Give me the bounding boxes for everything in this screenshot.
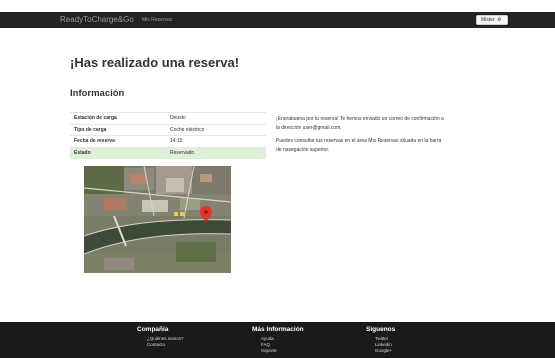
user-button-label: Mister: [481, 17, 495, 23]
user-menu-button[interactable]: Mister ⚙: [476, 15, 508, 25]
row-label: Fecha de reserva: [70, 135, 166, 147]
reservations-hint-text: Puedes consultar tus reservas en el área…: [276, 138, 442, 153]
table-row: Tipo de carga Coche eléctrico: [70, 123, 266, 136]
gear-icon: ⚙: [497, 17, 502, 23]
confirmation-message: ¡Enorabuena por tu reserva! Te hemos env…: [276, 115, 446, 155]
row-value: 14:15: [166, 135, 266, 147]
footer-heading: Síguenos: [366, 326, 396, 333]
row-label: Tipo de carga: [70, 123, 166, 136]
row-label: Estado: [70, 146, 166, 159]
footer-link-support[interactable]: Soporte: [261, 348, 304, 354]
row-value: Deusto: [166, 112, 266, 124]
page-title: ¡Has realizado una reserva!: [70, 55, 240, 70]
footer-link-google-plus[interactable]: Google+: [375, 348, 395, 354]
section-title: Información: [70, 88, 125, 99]
reservation-details-table: Estación de carga Deusto Tipo de carga C…: [70, 112, 266, 159]
footer-column-more-info: Más Información Ayuda FAQ Soporte: [252, 326, 304, 354]
map-image: [84, 166, 231, 273]
nav-link-mis-reservas[interactable]: Mis Reservas: [142, 17, 172, 23]
footer-heading: Más Información: [252, 326, 304, 333]
table-row: Fecha de reserva 14:15: [70, 135, 266, 147]
top-navbar: ReadyToCharge&Go Mis Reservas Mister ⚙: [0, 12, 555, 28]
footer-column-company: Compañía ¿Quiénes somos? Contacto: [137, 326, 184, 348]
location-map[interactable]: [84, 166, 231, 273]
status-value: Reservado: [166, 146, 266, 159]
row-value: Coche eléctrico: [166, 123, 266, 136]
brand-logo-text[interactable]: ReadyToCharge&Go: [60, 15, 134, 24]
table-row: Estación de carga Deusto: [70, 112, 266, 124]
row-label: Estación de carga: [70, 112, 166, 124]
page-footer: Compañía ¿Quiénes somos? Contacto Más In…: [0, 322, 555, 358]
confirmation-text: ¡Enorabuena por tu reserva! Te hemos env…: [276, 116, 444, 131]
footer-heading: Compañía: [137, 326, 169, 333]
footer-link-contact[interactable]: Contacto: [147, 342, 184, 348]
table-row-status: Estado Reservado: [70, 146, 266, 159]
footer-column-follow: Síguenos Twitter Linkedin Google+: [366, 326, 395, 354]
